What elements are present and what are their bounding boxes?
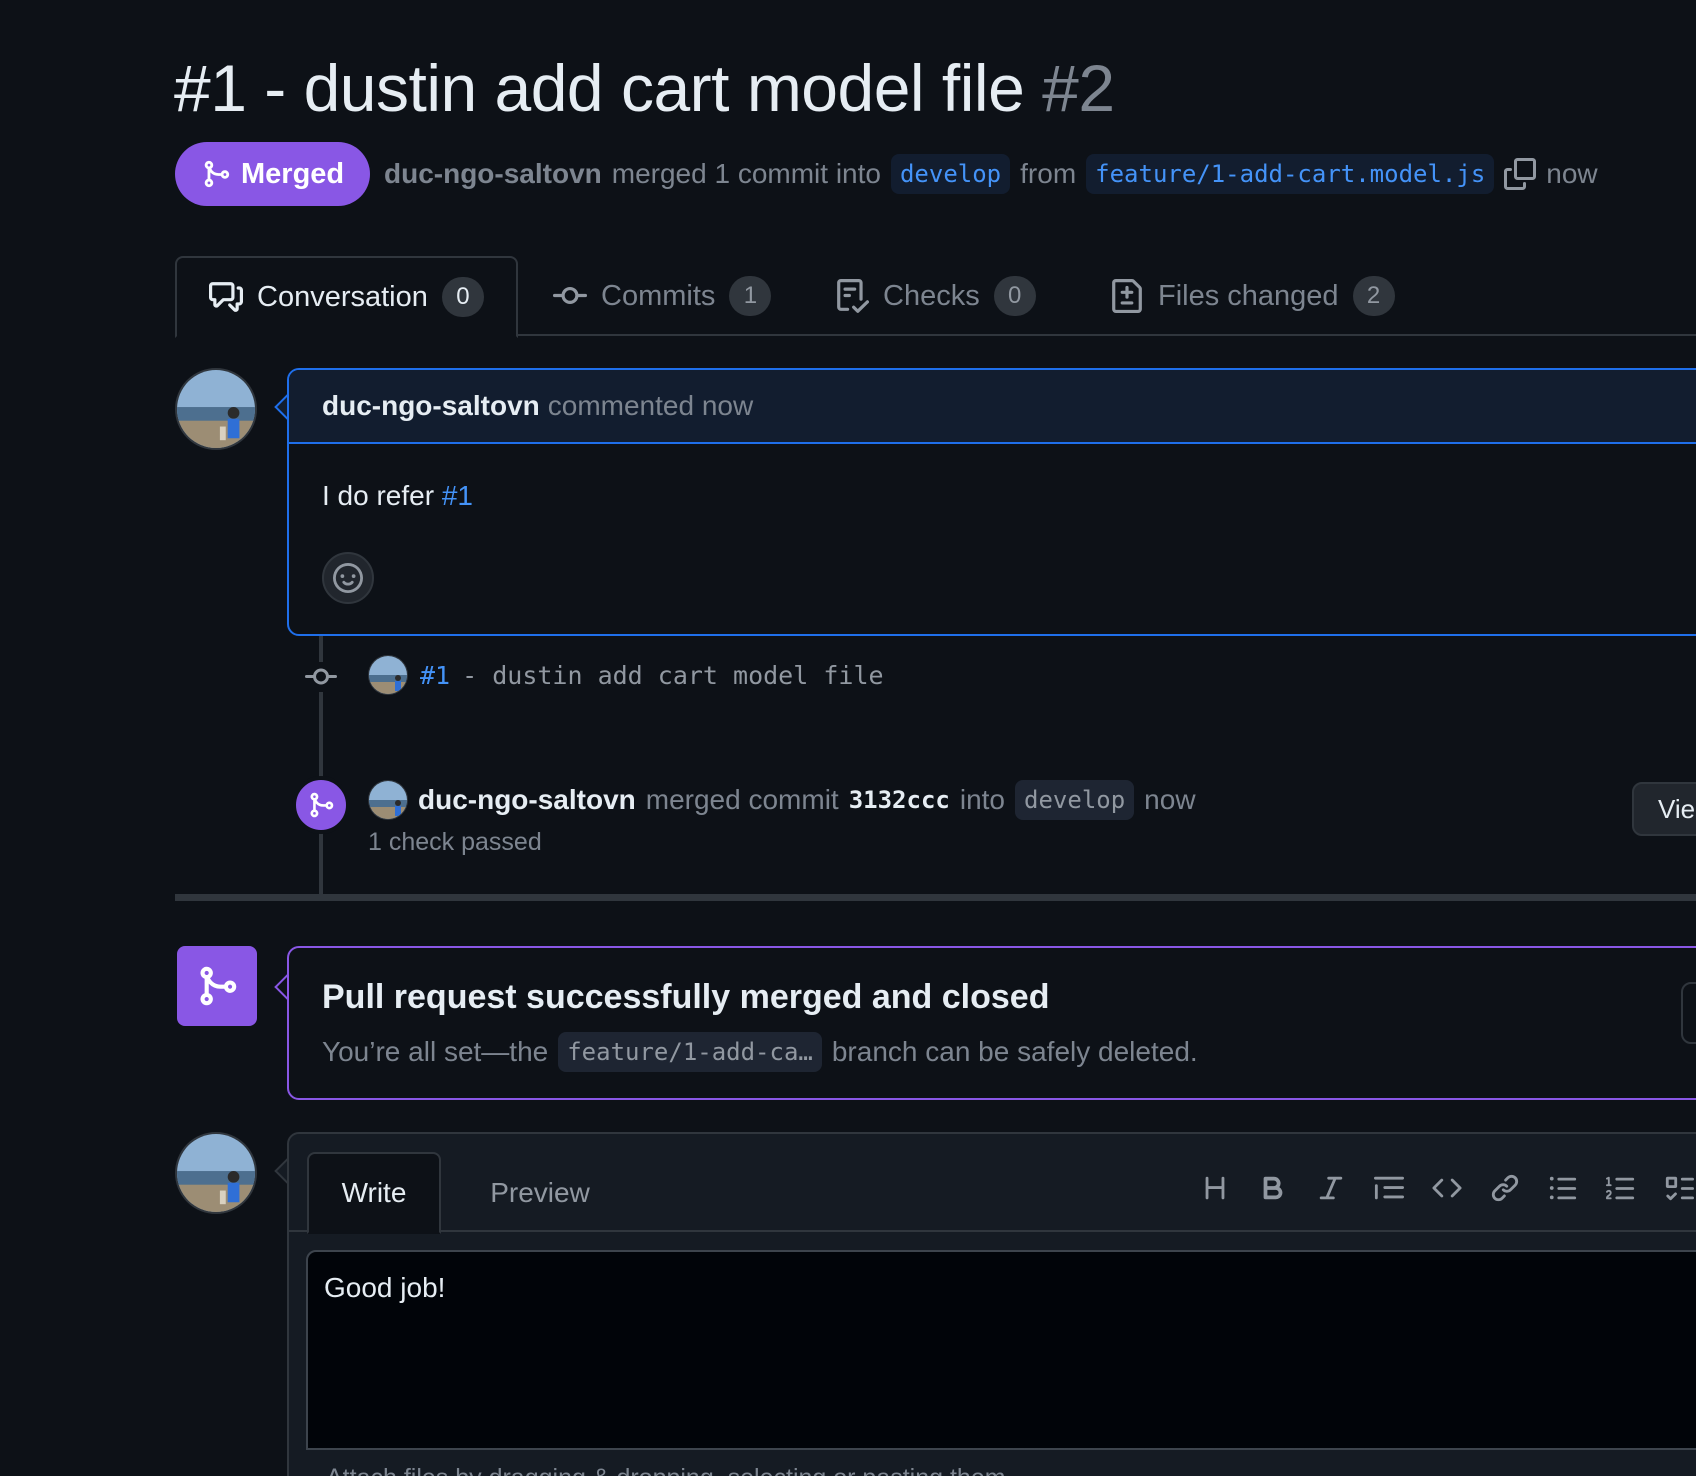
editor-tabs: Write Preview — [289, 1134, 1696, 1234]
comment-box: duc-ngo-saltovn commented now I do refer… — [287, 368, 1696, 636]
git-merge-icon — [201, 159, 231, 189]
merge-into: into — [959, 784, 1006, 815]
quote-icon[interactable] — [1373, 1172, 1405, 1204]
delete-branch-button[interactable] — [1681, 982, 1696, 1044]
comment-text: I do refer — [322, 480, 435, 511]
tab-label: Files changed — [1158, 279, 1339, 312]
code-icon[interactable] — [1431, 1172, 1463, 1204]
tab-label: Checks — [883, 279, 980, 312]
bold-icon[interactable] — [1257, 1172, 1289, 1204]
base-branch-link[interactable]: develop — [890, 154, 1011, 194]
head-branch-link[interactable]: feature/1-add-cart.model.js — [1086, 154, 1495, 194]
tab-write[interactable]: Write — [307, 1152, 441, 1234]
italic-icon[interactable] — [1315, 1172, 1347, 1204]
tab-counter: 2 — [1352, 276, 1395, 316]
state-label: Merged — [241, 157, 345, 190]
page-title: #1 - dustin add cart model file #2 — [174, 50, 1115, 126]
pr-number: #2 — [1042, 51, 1115, 125]
smiley-icon — [333, 563, 363, 593]
markdown-toolbar — [1199, 1172, 1695, 1204]
comment-textarea[interactable]: Good job! — [306, 1250, 1696, 1450]
git-commit-icon — [553, 279, 587, 313]
merge-time: now — [1144, 784, 1196, 815]
meta-action: merged 1 commit into — [611, 158, 881, 189]
copy-icon[interactable] — [1504, 158, 1537, 190]
merge-action: merged commit — [645, 784, 839, 815]
comment-author-link[interactable]: duc-ngo-saltovn — [322, 390, 540, 422]
tab-preview[interactable]: Preview — [465, 1152, 615, 1234]
avatar[interactable] — [368, 655, 408, 695]
tab-counter: 0 — [441, 277, 484, 317]
tab-files-changed[interactable]: Files changed 2 — [1110, 256, 1395, 336]
pr-tabs: Conversation 0 Commits 1 Checks 0 Files … — [175, 256, 1696, 338]
comment-action: commented now — [547, 390, 754, 421]
pull-request-page: #1 - dustin add cart model file #2 Merge… — [0, 0, 1696, 1476]
commit-message[interactable]: - dustin add cart model file — [462, 661, 883, 690]
merged-sub-after: branch can be safely deleted. — [831, 1036, 1198, 1067]
file-diff-icon — [1110, 279, 1144, 313]
meta-time: now — [1546, 158, 1598, 189]
tab-counter: 0 — [993, 276, 1036, 316]
meta-from: from — [1020, 158, 1077, 189]
merged-branch: feature/1-add-ca… — [558, 1032, 822, 1072]
merged-title: Pull request successfully merged and clo… — [322, 978, 1050, 1016]
merge-branch[interactable]: develop — [1015, 780, 1135, 820]
issue-ref-link[interactable]: #1 — [442, 480, 473, 511]
tab-conversation[interactable]: Conversation 0 — [175, 256, 518, 338]
comment-editor: Write Preview Good job! — [287, 1132, 1696, 1476]
link-icon[interactable] — [1489, 1172, 1521, 1204]
tab-label: Commits — [601, 279, 716, 312]
unordered-list-icon[interactable] — [1547, 1172, 1579, 1204]
checklist-icon — [835, 279, 869, 313]
git-merge-icon — [307, 791, 335, 819]
merged-status-icon — [177, 946, 257, 1026]
heading-icon[interactable] — [1199, 1172, 1231, 1204]
commit-link[interactable]: #1 — [420, 661, 450, 690]
checks-passed-text[interactable]: 1 check passed — [368, 828, 542, 857]
merge-event-badge — [292, 776, 350, 834]
avatar[interactable] — [368, 780, 408, 820]
comment-discussion-icon — [209, 280, 243, 314]
pr-meta: duc-ngo-saltovn merged 1 commit into dev… — [384, 150, 1598, 198]
pr-title-text: #1 - dustin add cart model file — [174, 51, 1025, 125]
merge-event: duc-ngo-saltovn merged commit 3132ccc in… — [368, 780, 1196, 820]
tab-checks[interactable]: Checks 0 — [835, 256, 1036, 336]
task-list-icon[interactable] — [1663, 1172, 1695, 1204]
comment-body: I do refer #1 — [289, 444, 1696, 548]
avatar[interactable] — [175, 1132, 257, 1214]
merge-author-link[interactable]: duc-ngo-saltovn — [418, 784, 636, 816]
meta-author-link[interactable]: duc-ngo-saltovn — [384, 158, 602, 190]
merged-sub-before: You’re all set—the — [322, 1036, 549, 1067]
git-commit-icon — [301, 662, 341, 692]
avatar[interactable] — [175, 368, 257, 450]
merged-subtitle: You’re all set—the feature/1-add-ca… bra… — [322, 1032, 1198, 1072]
merged-status-box: Pull request successfully merged and clo… — [287, 946, 1696, 1100]
tab-counter: 1 — [729, 276, 772, 316]
state-badge: Merged — [175, 142, 371, 206]
commit-sha-link[interactable]: 3132ccc — [849, 786, 950, 814]
comment-header: duc-ngo-saltovn commented now — [289, 370, 1696, 444]
timeline-divider — [175, 894, 1696, 901]
attach-files-hint[interactable]: Attach files by dragging & dropping, sel… — [306, 1448, 1696, 1476]
view-details-button[interactable]: Vie — [1632, 782, 1696, 836]
ordered-list-icon[interactable] — [1605, 1172, 1637, 1204]
timeline-commit: #1 - dustin add cart model file — [368, 655, 884, 695]
git-merge-icon — [195, 964, 239, 1008]
tab-commits[interactable]: Commits 1 — [553, 256, 772, 336]
add-reaction-button[interactable] — [322, 552, 374, 604]
tab-label: Conversation — [257, 280, 428, 313]
